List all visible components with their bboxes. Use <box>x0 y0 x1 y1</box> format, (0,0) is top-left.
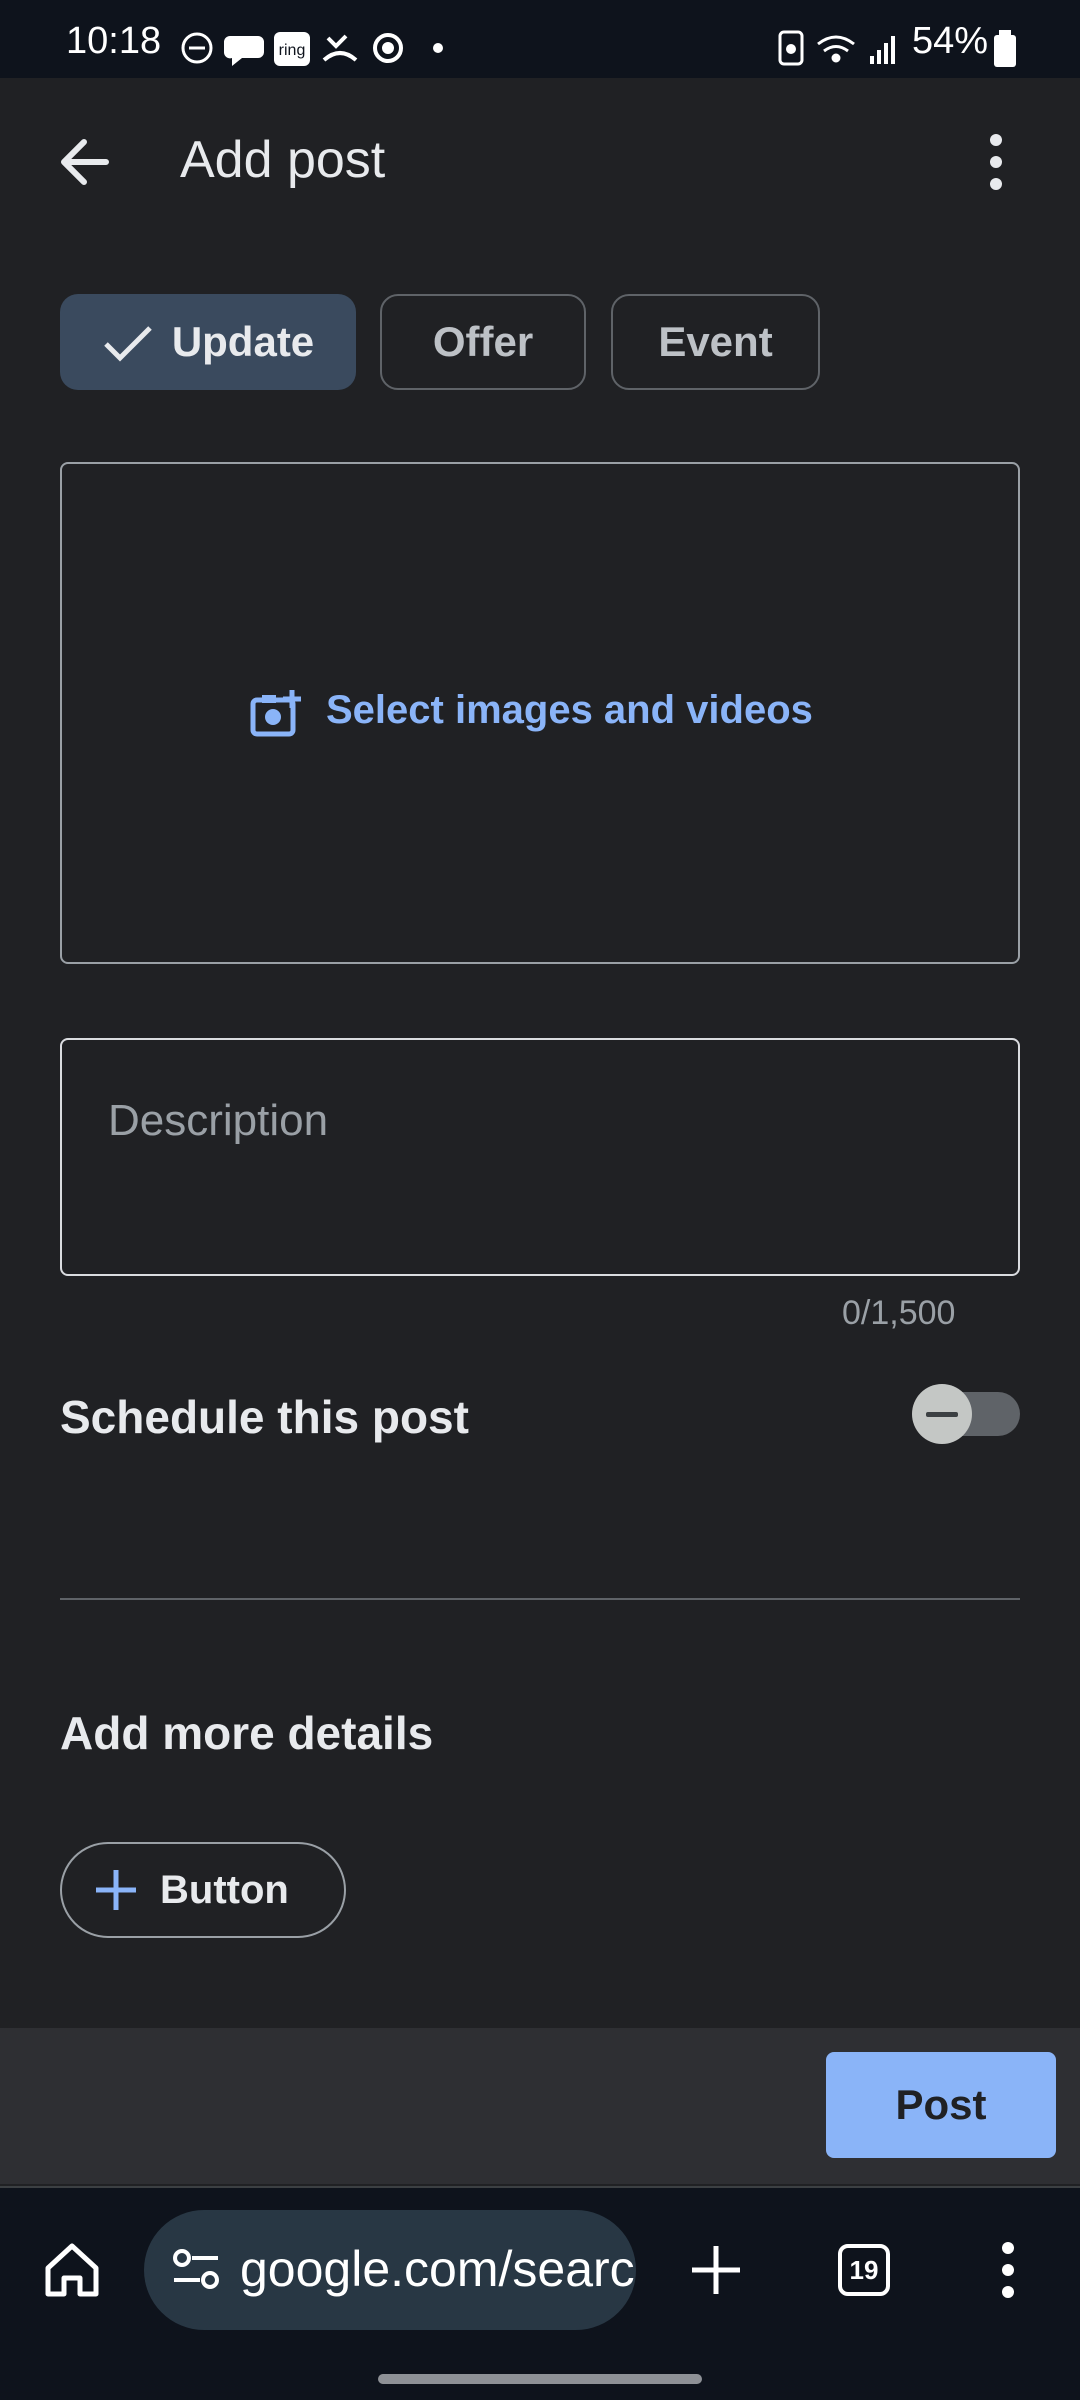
more-options-icon[interactable] <box>984 132 1008 192</box>
chip-update[interactable]: Update <box>60 294 356 390</box>
site-settings-icon[interactable] <box>170 2244 222 2296</box>
battery-icon <box>994 30 1016 67</box>
check-icon <box>104 326 152 362</box>
status-time: 10:18 <box>66 20 162 62</box>
description-placeholder: Description <box>108 1096 329 1145</box>
character-counter: 0/1,500 <box>842 1294 956 1332</box>
add-more-details-heading: Add more details <box>60 1707 434 1759</box>
back-arrow-icon[interactable] <box>56 134 112 190</box>
svg-text:ring: ring <box>279 42 306 59</box>
chip-update-label: Update <box>171 318 315 365</box>
chip-event[interactable]: Event <box>611 294 820 390</box>
add-button-label: Button <box>160 1867 289 1912</box>
new-tab-icon[interactable] <box>688 2242 744 2298</box>
chip-offer[interactable]: Offer <box>380 294 586 390</box>
browser-menu-icon[interactable] <box>996 2240 1020 2300</box>
url-bar[interactable]: google.com/search <box>144 2210 636 2330</box>
status-right-icons <box>778 30 895 66</box>
description-field[interactable] <box>60 1038 1020 1276</box>
chat-icon <box>223 36 264 66</box>
url-text[interactable]: google.com/search <box>240 2240 636 2298</box>
home-icon[interactable] <box>42 2240 102 2300</box>
schedule-label: Schedule this post <box>60 1391 469 1443</box>
plus-icon <box>96 1870 136 1910</box>
post-button-label: Post <box>895 2081 987 2128</box>
dot-icon <box>433 43 443 53</box>
signal-icon <box>870 36 895 64</box>
status-icons: ring <box>181 32 443 66</box>
chip-offer-label: Offer <box>432 318 534 365</box>
select-media-label[interactable]: Select images and videos <box>326 688 813 733</box>
post-button[interactable]: Post <box>826 2052 1056 2158</box>
chip-event-label: Event <box>658 318 773 365</box>
do-not-disturb-icon <box>181 32 213 64</box>
sync-icon <box>373 33 403 63</box>
add-button-button[interactable]: Button <box>60 1842 346 1938</box>
tab-switcher-button[interactable]: 19 <box>838 2244 890 2296</box>
page-title: Add post <box>180 131 386 189</box>
gesture-handle[interactable] <box>378 2374 702 2384</box>
add-photo-icon[interactable] <box>250 688 302 740</box>
toggle-off-icon <box>926 1412 958 1417</box>
divider <box>60 1598 1020 1600</box>
battery-saver-icon <box>778 30 804 66</box>
wifi-icon <box>817 35 855 63</box>
missed-call-icon <box>322 34 358 62</box>
battery-percent: 54% <box>912 20 989 62</box>
ring-icon: ring <box>274 32 310 66</box>
